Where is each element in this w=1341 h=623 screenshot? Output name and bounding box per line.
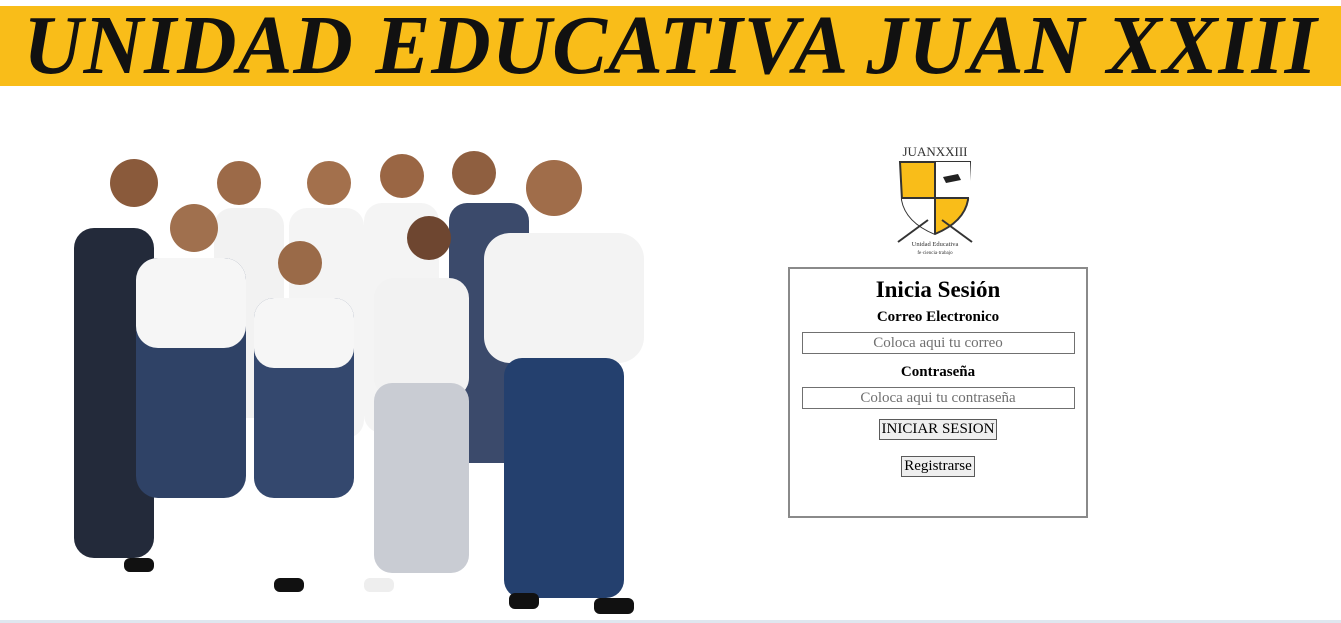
password-field[interactable] — [801, 387, 1075, 409]
login-form: Inicia Sesión Correo Electronico Contras… — [788, 267, 1088, 518]
email-label: Correo Electronico — [876, 309, 1000, 325]
password-label: Contraseña — [900, 364, 976, 380]
login-title: Inicia Sesión — [875, 277, 1001, 302]
email-field[interactable] — [801, 332, 1075, 354]
login-button[interactable]: INICIAR SESION — [878, 419, 998, 440]
school-logo: JUANXXIII Unidad Educativa fe·ciencia·tr… — [888, 142, 982, 256]
school-title: UNIDAD EDUCATIVA JUAN XXIII — [23, 0, 1318, 92]
register-button[interactable]: Registrarse — [901, 456, 975, 477]
logo-caption-2: fe·ciencia·trabajo — [917, 251, 953, 256]
students-photo — [74, 151, 644, 614]
crest-icon: JUANXXIII Unidad Educativa fe·ciencia·tr… — [897, 144, 973, 256]
header-banner: UNIDAD EDUCATIVA JUAN XXIII — [0, 0, 1341, 92]
logo-top-text: JUANXXIII — [903, 144, 968, 159]
student-figures — [74, 151, 644, 614]
logo-caption-1: Unidad Educativa — [912, 241, 959, 248]
